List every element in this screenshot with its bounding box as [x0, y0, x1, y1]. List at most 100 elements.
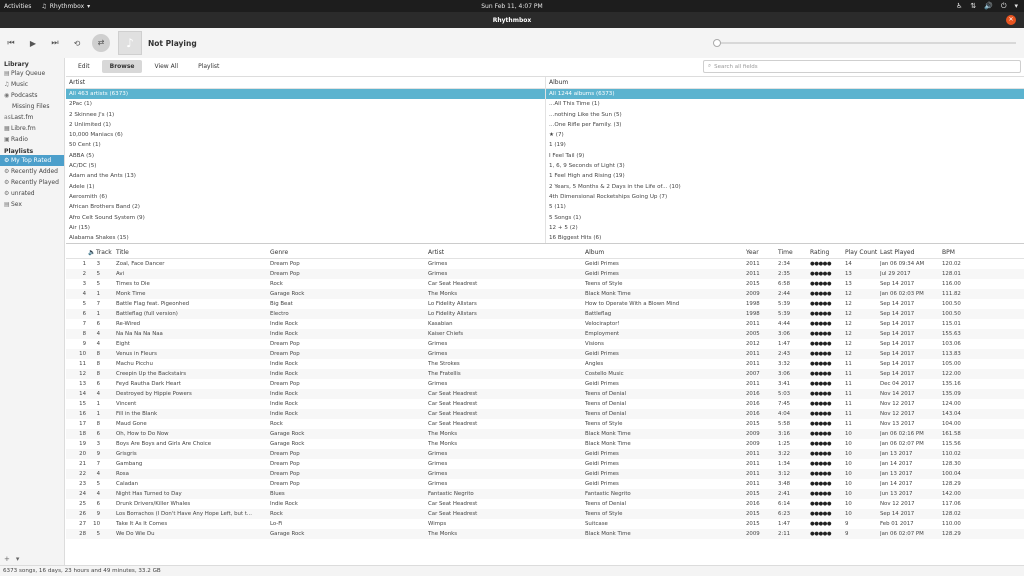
list-item[interactable]: 16 Biggest Hits (6)	[546, 233, 1024, 243]
rating-stars[interactable]: ●●●●●	[810, 269, 844, 279]
rating-stars[interactable]: ●●●●●	[810, 259, 844, 269]
app-menu[interactable]: ♫ Rhythmbox ▾	[41, 3, 90, 10]
rating-stars[interactable]: ●●●●●	[810, 359, 844, 369]
list-item[interactable]: Adam and the Ants (13)	[66, 171, 545, 181]
search-input[interactable]	[714, 63, 1005, 70]
playback-progress-slider[interactable]	[713, 39, 1016, 47]
tab-playlist[interactable]: Playlist	[190, 60, 227, 73]
table-row[interactable]: 17 8 Maud Gone Rock Car Seat Headrest Teens o…	[66, 419, 1024, 429]
rating-stars[interactable]: ●●●●●	[810, 529, 844, 539]
list-item[interactable]: All 463 artists (6373)	[66, 89, 545, 100]
list-item[interactable]: 4th Dimensional Rocketships Going Up (7)	[546, 192, 1024, 202]
rating-stars[interactable]: ●●●●●	[810, 419, 844, 429]
rating-stars[interactable]: ●●●●●	[810, 499, 844, 509]
search-box[interactable]: ⌕	[703, 60, 1021, 73]
list-item[interactable]: AC/DC (5)	[66, 161, 545, 171]
table-row[interactable]: 2 5 Avi Dream Pop Grimes Geidi Primes 2011 2:35…	[66, 269, 1024, 279]
list-item[interactable]: 5 Songs (1)	[546, 213, 1024, 223]
list-item[interactable]: 1 (19)	[546, 140, 1024, 150]
list-item[interactable]: African Brothers Band (2)	[66, 202, 545, 212]
table-row[interactable]: 8 4 Na Na Na Na Naa Indie Rock Kaiser Chiefs…	[66, 329, 1024, 339]
list-item[interactable]: ABBA (5)	[66, 151, 545, 161]
rating-stars[interactable]: ●●●●●	[810, 479, 844, 489]
network-icon[interactable]: ⇅	[970, 2, 976, 10]
add-playlist-icon[interactable]: +	[4, 555, 10, 563]
rating-stars[interactable]: ●●●●●	[810, 319, 844, 329]
sidebar-item[interactable]: Missing Files	[0, 101, 64, 112]
table-row[interactable]: 23 5 Caladan Dream Pop Grimes Geidi Primes 201…	[66, 479, 1024, 489]
sidebar-item[interactable]: ◉ Podcasts	[0, 90, 64, 101]
play-button[interactable]: ▶	[22, 39, 44, 48]
table-row[interactable]: 13 6 Feyd Rautha Dark Heart Dream Pop Grimes…	[66, 379, 1024, 389]
accessibility-icon[interactable]: ♿	[956, 2, 962, 10]
rating-stars[interactable]: ●●●●●	[810, 339, 844, 349]
list-item[interactable]: 2 Years, 5 Months & 2 Days in the Life o…	[546, 182, 1024, 192]
sidebar-item[interactable]: ♫ Music	[0, 79, 64, 90]
table-row[interactable]: 28 5 We Do Wie Du Garage Rock The Monks Black…	[66, 529, 1024, 539]
artist-column-header[interactable]: Artist	[66, 77, 545, 89]
album-column-header[interactable]: Album	[546, 77, 1024, 89]
sidebar-item[interactable]: ⚙ Recently Played	[0, 177, 64, 188]
rating-stars[interactable]: ●●●●●	[810, 489, 844, 499]
sidebar-item[interactable]: ⚙ unrated	[0, 188, 64, 199]
list-item[interactable]: ...One Rifle per Family. (3)	[546, 120, 1024, 130]
table-row[interactable]: 9 4 Eight Dream Pop Grimes Visions 2012 1:47 12 S…	[66, 339, 1024, 349]
rating-stars[interactable]: ●●●●●	[810, 349, 844, 359]
rating-stars[interactable]: ●●●●●	[810, 459, 844, 469]
table-row[interactable]: 16 1 Fill in the Blank Indie Rock Car Seat H…	[66, 409, 1024, 419]
list-item[interactable]: ★ (7)	[546, 130, 1024, 140]
list-item[interactable]: 1, 6, 9 Seconds of Light (3)	[546, 161, 1024, 171]
list-item[interactable]: Aerosmith (6)	[66, 192, 545, 202]
rating-stars[interactable]: ●●●●●	[810, 379, 844, 389]
column-header-artist[interactable]: Artist	[428, 246, 444, 259]
chevron-down-icon[interactable]: ▾	[1014, 2, 1018, 10]
table-row[interactable]: 15 1 Vincent Indie Rock Car Seat Headrest Tee…	[66, 399, 1024, 409]
rating-stars[interactable]: ●●●●●	[810, 449, 844, 459]
list-item[interactable]: 1 Feel High and Rising (19)	[546, 171, 1024, 181]
column-header-track[interactable]: Track	[96, 246, 112, 259]
list-item[interactable]: 2 Unlimited (1)	[66, 120, 545, 130]
list-item[interactable]: ...All This Time (1)	[546, 99, 1024, 109]
table-row[interactable]: 14 4 Destroyed by Hippie Powers Indie Rock C…	[66, 389, 1024, 399]
rating-stars[interactable]: ●●●●●	[810, 439, 844, 449]
list-item[interactable]: 2Pac (1)	[66, 99, 545, 109]
rating-stars[interactable]: ●●●●●	[810, 299, 844, 309]
list-item[interactable]: 5 (11)	[546, 202, 1024, 212]
sidebar-item[interactable]: ⚙ My Top Rated	[0, 155, 64, 166]
column-header-album[interactable]: Album	[585, 246, 604, 259]
next-button[interactable]: ⏭	[44, 38, 66, 48]
list-item[interactable]: 12 + 5 (2)	[546, 223, 1024, 233]
column-header-time[interactable]: Time	[778, 246, 793, 259]
list-item[interactable]: I Feel Tail (9)	[546, 151, 1024, 161]
column-header-play-count[interactable]: Play Count	[845, 246, 877, 259]
column-header-genre[interactable]: Genre	[270, 246, 288, 259]
rating-stars[interactable]: ●●●●●	[810, 279, 844, 289]
column-header-bpm[interactable]: BPM	[942, 246, 955, 259]
list-item[interactable]: Afro Celt Sound System (9)	[66, 213, 545, 223]
system-tray[interactable]: ♿ ⇅ 🔊 ⏻ ▾	[956, 0, 1018, 12]
list-item[interactable]: Adele (1)	[66, 182, 545, 192]
table-row[interactable]: 1 3 Zoal, Face Dancer Dream Pop Grimes Geidi …	[66, 259, 1024, 269]
tab-edit[interactable]: Edit	[70, 60, 98, 73]
sidebar-item[interactable]: ▣Radio	[0, 134, 64, 145]
rating-stars[interactable]: ●●●●●	[810, 429, 844, 439]
rating-stars[interactable]: ●●●●●	[810, 469, 844, 479]
activities-button[interactable]: Activities	[4, 3, 31, 10]
rating-stars[interactable]: ●●●●●	[810, 329, 844, 339]
rating-stars[interactable]: ●●●●●	[810, 409, 844, 419]
column-header-rating[interactable]: Rating	[810, 246, 829, 259]
list-item[interactable]: 50 Cent (1)	[66, 140, 545, 150]
album-browser-pane[interactable]: Album All 1244 albums (6373) ...All This …	[546, 77, 1024, 243]
table-row[interactable]: 12 8 Creepin Up the Backstairs Indie Rock Th…	[66, 369, 1024, 379]
sidebar-item[interactable]: asLast.fm	[0, 112, 64, 123]
table-row[interactable]: 5 7 Battle Flag feat. Pigeonhed Big Beat Lo …	[66, 299, 1024, 309]
rating-stars[interactable]: ●●●●●	[810, 399, 844, 409]
rating-stars[interactable]: ●●●●●	[810, 289, 844, 299]
table-row[interactable]: 20 9 Grisgris Dream Pop Grimes Geidi Primes 20…	[66, 449, 1024, 459]
list-item[interactable]: 2 Skinnee J's (1)	[66, 110, 545, 120]
sidebar-item[interactable]: ▤Play Queue	[0, 68, 64, 79]
close-window-button[interactable]: ✕	[1006, 15, 1016, 25]
table-row[interactable]: 22 4 Rosa Dream Pop Grimes Geidi Primes 2011 3:…	[66, 469, 1024, 479]
table-row[interactable]: 27 10 Take It As It Comes Lo-Fi Wimps Suitcas…	[66, 519, 1024, 529]
sidebar-item[interactable]: ▦Libre.fm	[0, 123, 64, 134]
